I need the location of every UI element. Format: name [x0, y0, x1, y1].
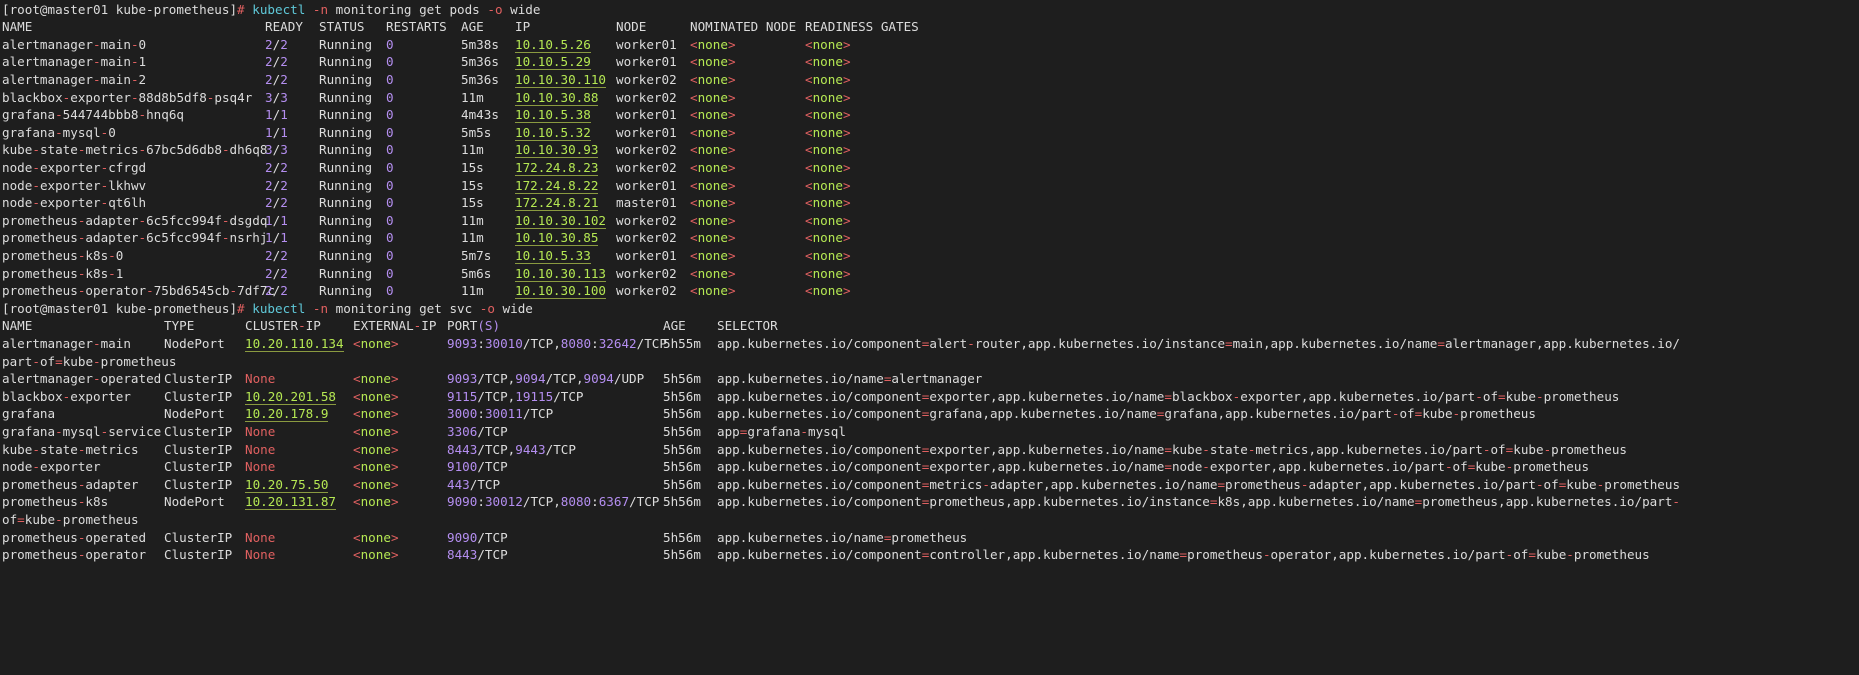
pod-nominated-node: <none>	[690, 283, 736, 299]
svc-external-ip: <none>	[353, 494, 399, 510]
svc-cluster-ip: 10.20.110.134	[245, 335, 344, 352]
svc-cluster-ip: None	[245, 547, 276, 563]
svc-external-ip: <none>	[353, 335, 399, 351]
svc-type: ClusterIP	[164, 547, 233, 563]
svc-external-ip: <none>	[353, 547, 399, 563]
command-name: kubectl	[252, 300, 306, 316]
svc-cluster-ip: 10.20.131.87	[245, 494, 336, 511]
svc-age: 5h56m	[663, 494, 701, 510]
terminal-window[interactable]: [root@master01 kube-prometheus]# kubectl…	[0, 0, 1859, 675]
pods-header-cell: RESTARTS	[386, 19, 447, 35]
svc-type: NodePort	[164, 494, 225, 510]
svc-age: 5h56m	[663, 547, 701, 563]
svc-selector: app.kubernetes.io/component=alert-router…	[717, 335, 1680, 351]
pod-node: worker02	[616, 283, 677, 299]
svc-ports: 8443/TCP	[447, 547, 508, 563]
svc-age: 5h55m	[663, 335, 701, 351]
svc-name: prometheus-operator	[2, 547, 147, 563]
svc-ports: 9090:30012/TCP,8080:6367/TCP	[447, 494, 660, 510]
command-name: kubectl	[252, 1, 306, 17]
svc-ports: 9093:30010/TCP,8080:32642/TCP	[447, 335, 667, 351]
svc-selector: app.kubernetes.io/component=prometheus,a…	[717, 494, 1680, 510]
pod-readiness-gates: <none>	[805, 283, 851, 299]
svc-selector: app.kubernetes.io/component=controller,a…	[717, 547, 1650, 563]
